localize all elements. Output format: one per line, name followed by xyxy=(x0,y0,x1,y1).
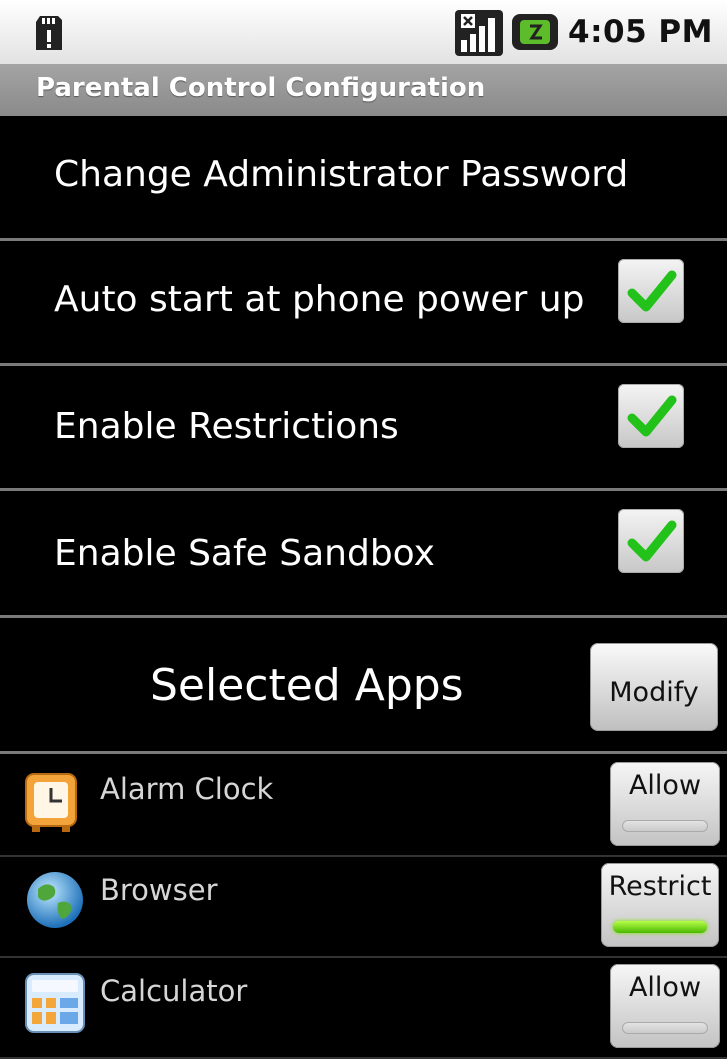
enable-sandbox-label: Enable Safe Sandbox xyxy=(54,533,435,574)
restrict-button[interactable]: Restrict xyxy=(601,863,719,947)
allow-button[interactable]: Allow xyxy=(610,964,720,1048)
modify-button[interactable]: Modify xyxy=(590,643,718,731)
enable-sandbox-checkbox[interactable] xyxy=(618,509,684,573)
auto-start-checkbox[interactable] xyxy=(618,259,684,323)
toggle-label: Allow xyxy=(628,972,702,1003)
clock: 4:05 PM xyxy=(568,14,713,50)
enable-sandbox-row[interactable]: Enable Safe Sandbox xyxy=(0,491,727,615)
auto-start-label: Auto start at phone power up xyxy=(54,279,585,320)
app-row-calculator: Calculator Allow xyxy=(0,958,727,1059)
enable-restrictions-row[interactable]: Enable Restrictions xyxy=(0,366,727,488)
calculator-icon xyxy=(22,970,88,1040)
sd-card-icon xyxy=(34,14,64,56)
enable-restrictions-checkbox[interactable] xyxy=(618,384,684,448)
app-name: Calculator xyxy=(100,974,248,1008)
checkmark-icon xyxy=(627,520,677,562)
title-bar: Parental Control Configuration xyxy=(0,64,727,116)
enable-restrictions-label: Enable Restrictions xyxy=(54,406,399,447)
selected-apps-title: Selected Apps xyxy=(150,660,464,711)
globe-icon xyxy=(24,869,86,935)
app-row-alarm-clock: Alarm Clock Allow xyxy=(0,756,727,857)
checkmark-icon xyxy=(627,270,677,312)
alarm-clock-icon xyxy=(22,768,84,838)
signal-icon xyxy=(455,10,503,60)
toggle-indicator xyxy=(613,921,707,933)
app-row-browser: Browser Restrict xyxy=(0,857,727,958)
page-title: Parental Control Configuration xyxy=(36,73,486,103)
toggle-indicator xyxy=(622,1022,708,1034)
divider xyxy=(0,615,727,618)
checkmark-icon xyxy=(627,395,677,437)
toggle-indicator xyxy=(622,820,708,832)
change-password-row[interactable]: Change Administrator Password xyxy=(0,116,727,238)
toggle-label: Restrict xyxy=(608,871,712,902)
battery-icon xyxy=(512,14,560,54)
app-name: Alarm Clock xyxy=(100,772,274,806)
auto-start-row[interactable]: Auto start at phone power up xyxy=(0,241,727,363)
allow-button[interactable]: Allow xyxy=(610,762,720,846)
status-bar: 4:05 PM xyxy=(0,0,727,64)
divider xyxy=(0,751,727,754)
app-name: Browser xyxy=(100,873,218,907)
change-password-label: Change Administrator Password xyxy=(54,154,629,195)
toggle-label: Allow xyxy=(628,770,702,801)
